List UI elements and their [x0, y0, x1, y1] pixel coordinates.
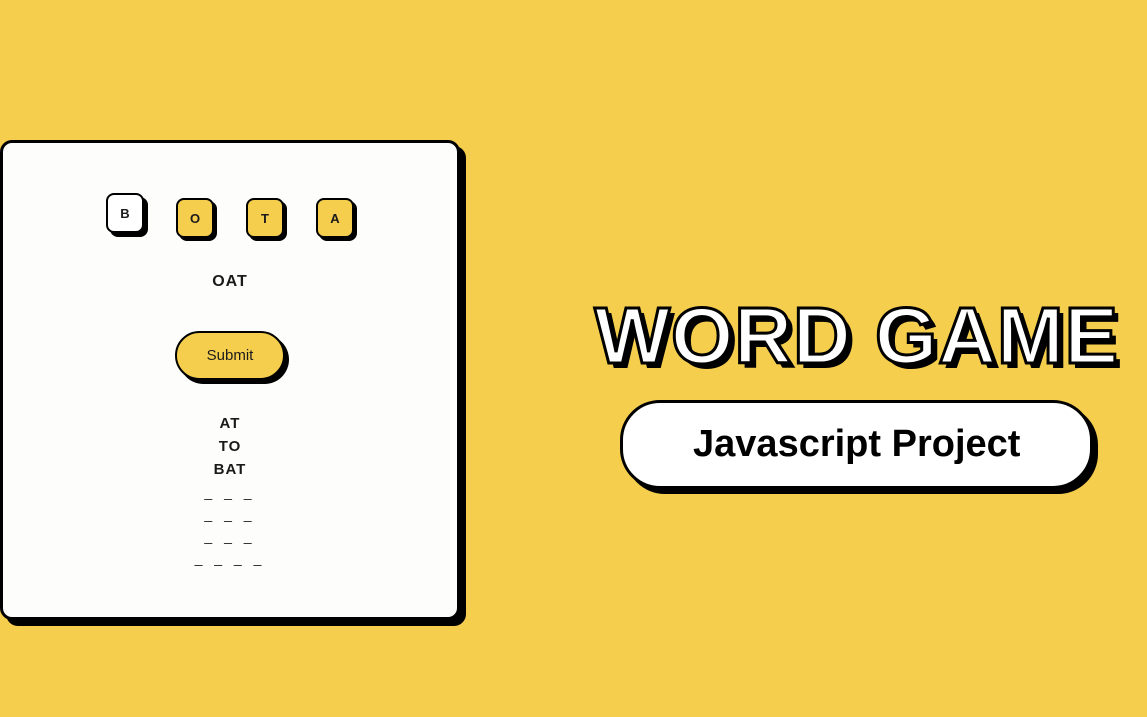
- found-word: AT: [220, 415, 241, 432]
- found-word: TO: [219, 438, 242, 455]
- letter-tile-o[interactable]: O: [176, 198, 214, 238]
- title-section: WORD GAME Javascript Project: [594, 290, 1119, 489]
- blank-word-slot: _ _ _: [204, 506, 255, 522]
- blank-word-slot: _ _ _: [204, 484, 255, 500]
- subtitle-box: Javascript Project: [620, 400, 1093, 489]
- letter-tile-row: B O T A: [106, 198, 354, 238]
- letter-tile-a[interactable]: A: [316, 198, 354, 238]
- submit-button[interactable]: Submit: [175, 331, 286, 380]
- current-word-display: OAT: [212, 273, 248, 291]
- word-list: AT TO BAT _ _ _ _ _ _ _ _ _ _ _ _ _: [195, 415, 266, 566]
- found-word: BAT: [214, 461, 247, 478]
- letter-tile-selected[interactable]: B: [106, 193, 144, 233]
- main-title: WORD GAME: [594, 290, 1119, 382]
- blank-word-slot: _ _ _: [204, 528, 255, 544]
- game-panel: B O T A OAT Submit AT TO BAT _ _ _ _ _ _…: [0, 140, 460, 620]
- subtitle-text: Javascript Project: [693, 423, 1020, 466]
- blank-word-slot: _ _ _ _: [195, 550, 266, 566]
- letter-tile-t[interactable]: T: [246, 198, 284, 238]
